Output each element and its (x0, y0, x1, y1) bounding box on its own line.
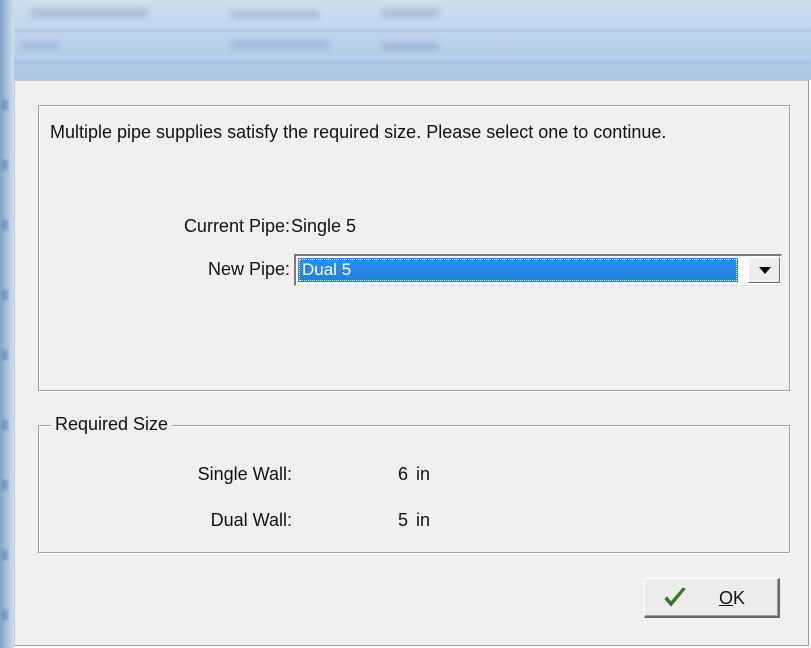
required-size-legend: Required Size (51, 414, 173, 435)
ok-mnemonic: O (719, 588, 734, 608)
single-wall-value: 6 in (398, 464, 430, 485)
dual-wall-label: Dual Wall: (210, 510, 292, 530)
dual-wall-value: 5 in (398, 510, 430, 531)
background-window-strip (0, 0, 811, 80)
dual-wall-number: 5 (398, 510, 409, 530)
single-wall-unit: in (416, 464, 431, 484)
pipe-selection-dialog: Multiple pipe supplies satisfy the requi… (14, 80, 809, 646)
single-wall-number: 6 (398, 464, 409, 484)
current-pipe-label: Current Pipe: (183, 216, 290, 236)
ok-label-rest: K (733, 588, 746, 608)
current-pipe-value: Single 5 (291, 216, 357, 236)
background-window-edge (0, 0, 14, 648)
dropdown-button[interactable] (748, 257, 780, 283)
instruction-message: Multiple pipe supplies satisfy the requi… (50, 122, 667, 142)
dual-wall-unit: in (416, 510, 431, 530)
ok-button-label: OK (719, 588, 745, 609)
chevron-down-icon (759, 267, 771, 274)
new-pipe-label: New Pipe: (207, 259, 290, 279)
selection-panel: Multiple pipe supplies satisfy the requi… (38, 105, 790, 391)
new-pipe-dropdown[interactable]: Dual 5 (294, 254, 782, 286)
new-pipe-selected-value[interactable]: Dual 5 (298, 258, 738, 282)
checkmark-icon (664, 587, 686, 607)
required-size-group: Required Size Single Wall: 6 in Dual Wall… (38, 414, 790, 553)
single-wall-label: Single Wall: (197, 464, 292, 484)
ok-button[interactable]: OK (644, 578, 780, 618)
